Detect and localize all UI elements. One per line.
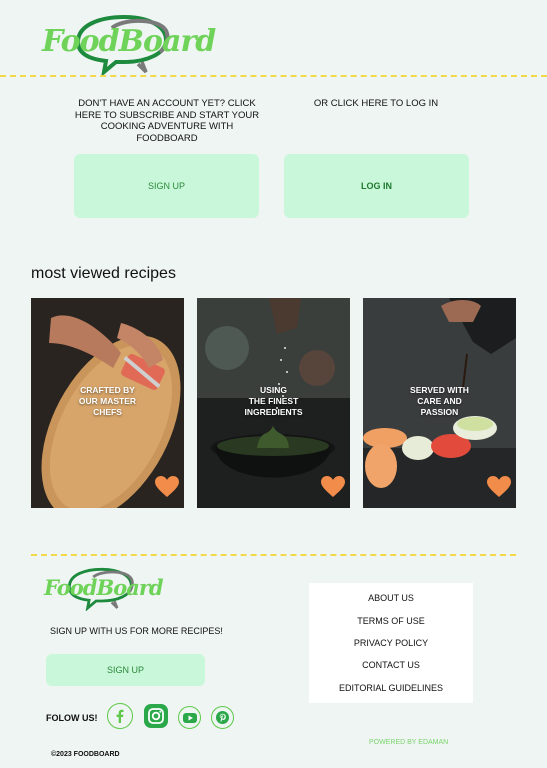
login-prompt: OR CLICK HERE TO LOG IN — [313, 98, 439, 109]
facebook-icon[interactable] — [107, 703, 133, 729]
youtube-icon[interactable] — [178, 706, 201, 729]
signup-prompt: DON'T HAVE AN ACCOUNT YET? CLICK HERE TO… — [74, 98, 260, 144]
signup-button[interactable]: SIGN UP — [74, 154, 259, 218]
recipe-caption: SERVED WITH CARE AND PASSION — [410, 385, 469, 417]
footer-logo[interactable]: FoodBoard — [44, 567, 164, 611]
recipe-card-passion[interactable]: SERVED WITH CARE AND PASSION — [363, 298, 516, 508]
login-button[interactable]: LOG IN — [284, 154, 469, 218]
pinterest-icon[interactable] — [211, 706, 234, 729]
section-title: most viewed recipes — [31, 265, 176, 282]
favorite-heart-icon[interactable] — [321, 476, 345, 498]
header-divider — [0, 75, 547, 77]
link-terms-of-use[interactable]: TERMS OF USE — [357, 616, 425, 626]
recipe-card-chefs[interactable]: CRAFTED BY OUR MASTER CHEFS — [31, 298, 184, 508]
logo-wordmark: FoodBoard — [42, 24, 216, 59]
favorite-heart-icon[interactable] — [487, 476, 511, 498]
link-editorial-guidelines[interactable]: EDITORIAL GUIDELINES — [339, 683, 443, 693]
footer-tagline: SIGN UP WITH US FOR MORE RECIPES! — [50, 626, 223, 636]
footer-signup-button[interactable]: SIGN UP — [46, 654, 205, 686]
copyright-text: ©2023 FOODBOARD — [51, 751, 120, 758]
recipe-caption: USING THE FINEST INGREDIENTS — [244, 385, 303, 417]
link-about-us[interactable]: ABOUT US — [368, 593, 414, 603]
recipe-caption: CRAFTED BY OUR MASTER CHEFS — [78, 385, 137, 417]
logo-wordmark: FoodBoard — [44, 575, 164, 600]
header-logo[interactable]: FoodBoard — [42, 14, 216, 76]
recipe-card-ingredients[interactable]: USING THE FINEST INGREDIENTS — [197, 298, 350, 508]
instagram-icon[interactable] — [143, 703, 169, 729]
favorite-heart-icon[interactable] — [155, 476, 179, 498]
footer-divider — [31, 554, 516, 556]
link-privacy-policy[interactable]: PRIVACY POLICY — [354, 638, 428, 648]
powered-by-link[interactable]: POWERED BY EDAMAN — [369, 739, 448, 746]
follow-us-label: FOLOW US! — [46, 713, 98, 723]
link-contact-us[interactable]: CONTACT US — [362, 660, 420, 670]
footer-links: ABOUT US TERMS OF USE PRIVACY POLICY CON… — [309, 583, 473, 703]
